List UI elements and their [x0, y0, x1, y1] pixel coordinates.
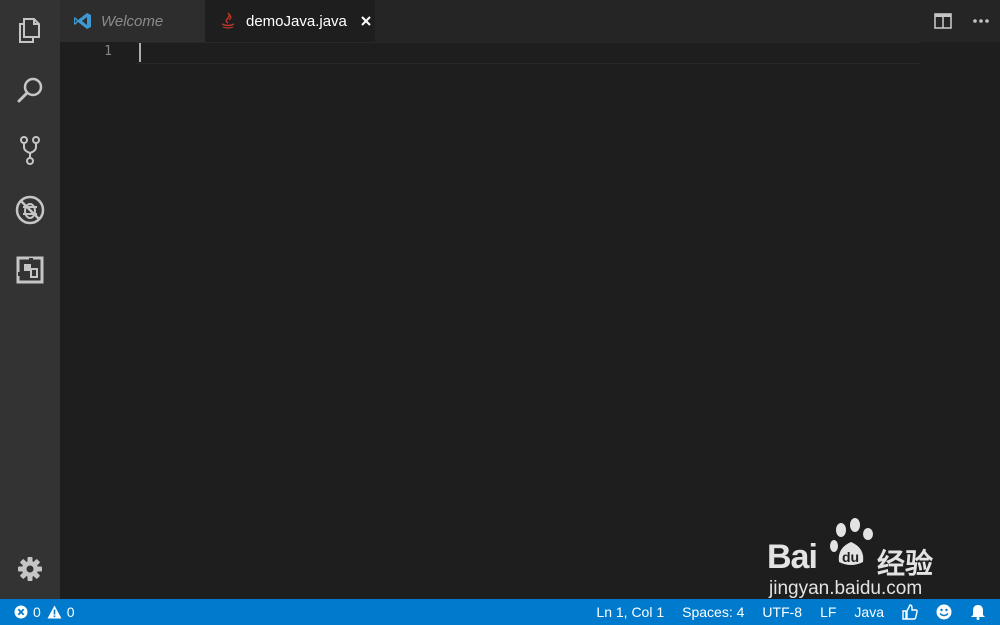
tab-demojava-label: demoJava.java — [246, 12, 347, 30]
more-icon — [973, 19, 989, 23]
problems-status[interactable]: 0 0 — [14, 599, 81, 625]
smiley-icon — [936, 604, 952, 620]
code-editor[interactable]: 1 — [60, 42, 1000, 599]
tab-demojava[interactable]: demoJava.java — [205, 0, 375, 42]
source-control-button[interactable] — [0, 120, 60, 180]
tab-welcome[interactable]: Welcome — [60, 0, 205, 42]
explorer-files-icon — [19, 18, 40, 43]
explorer-button[interactable] — [0, 0, 60, 60]
more-actions-button[interactable] — [962, 0, 1000, 42]
editor-tab-bar: Welcome demoJava.java — [60, 0, 1000, 42]
warnings-count: 0 — [47, 604, 75, 620]
tab-welcome-label: Welcome — [101, 12, 164, 30]
end-of-line[interactable]: LF — [820, 604, 836, 620]
manage-button[interactable] — [0, 539, 60, 599]
errors-count: 0 — [14, 604, 41, 620]
tab-close-button[interactable] — [359, 14, 373, 28]
thumbs-up-button[interactable] — [902, 604, 918, 620]
vscode-logo-icon — [74, 12, 92, 30]
thumbs-up-icon — [902, 604, 918, 620]
status-right: Ln 1, Col 1 Spaces: 4 UTF-8 LF Java — [578, 599, 986, 625]
error-icon — [14, 605, 28, 619]
java-file-icon — [219, 12, 237, 30]
close-icon — [361, 16, 371, 26]
split-editor-button[interactable] — [924, 0, 962, 42]
debug-button[interactable] — [0, 180, 60, 240]
debug-icon — [15, 195, 45, 225]
warning-icon — [47, 605, 62, 619]
search-icon — [17, 77, 43, 103]
source-control-icon — [20, 136, 40, 165]
notifications-button[interactable] — [970, 604, 986, 620]
feedback-button[interactable] — [936, 604, 952, 620]
errors-value: 0 — [33, 604, 41, 620]
language-mode[interactable]: Java — [854, 604, 884, 620]
split-editor-icon — [934, 13, 952, 29]
warnings-value: 0 — [66, 604, 75, 620]
indentation[interactable]: Spaces: 4 — [682, 604, 744, 620]
extensions-icon — [16, 256, 44, 284]
current-line-highlight — [136, 42, 920, 64]
gear-icon — [18, 557, 42, 581]
cursor-position[interactable]: Ln 1, Col 1 — [596, 604, 664, 620]
status-bar: 0 0 Ln 1, Col 1 Spaces: 4 UTF-8 LF Java — [0, 599, 1000, 625]
text-cursor — [139, 43, 141, 62]
encoding[interactable]: UTF-8 — [762, 604, 802, 620]
editor-actions — [924, 0, 1000, 42]
bell-icon — [971, 605, 985, 620]
activity-bar — [0, 0, 60, 599]
extensions-button[interactable] — [0, 240, 60, 300]
line-number: 1 — [104, 44, 112, 59]
search-button[interactable] — [0, 60, 60, 120]
